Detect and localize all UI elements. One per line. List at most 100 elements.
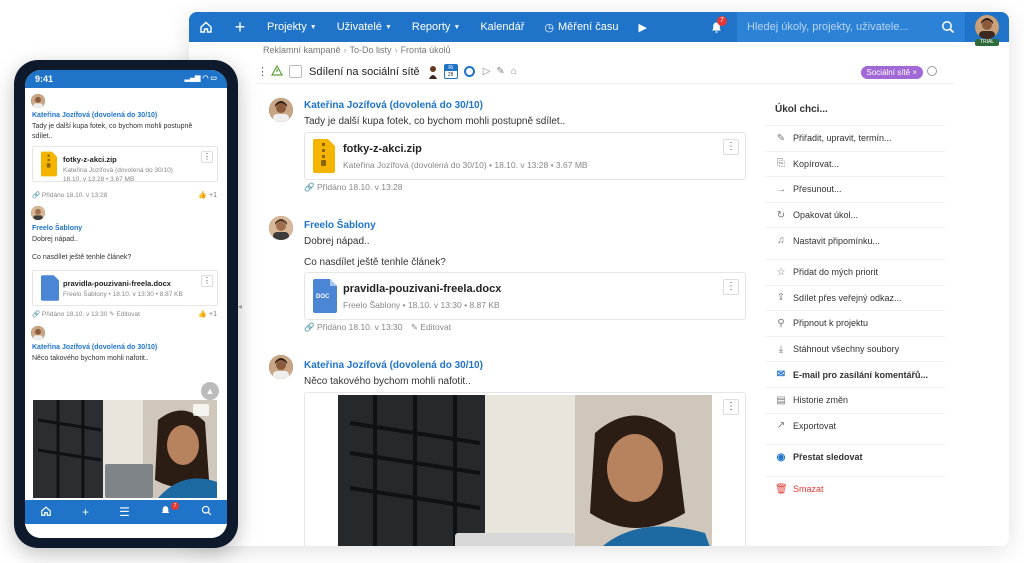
breadcrumb-item[interactable]: Reklamní kampaně bbox=[263, 45, 341, 55]
edit-comment-link[interactable]: ✎ Editovat bbox=[411, 322, 451, 332]
menu-icon[interactable]: ☰ bbox=[119, 505, 130, 519]
notifications-bell-icon[interactable] bbox=[699, 12, 733, 42]
action-label: E-mail pro zasílání komentářů... bbox=[793, 369, 929, 380]
attachment-card[interactable]: pravidla-pouzivani-freela.docx Freelo Ša… bbox=[32, 270, 218, 306]
breadcrumb-item[interactable]: To-Do listy bbox=[350, 45, 392, 55]
home-indicator-area bbox=[25, 524, 227, 538]
nav-label: Reporty bbox=[411, 21, 451, 33]
attached-photo[interactable] bbox=[33, 400, 217, 498]
action-priority[interactable]: ☆ Přidat do mých priorit bbox=[765, 258, 945, 285]
collapse-handle-icon[interactable]: ◂ bbox=[238, 302, 242, 311]
search-icon[interactable] bbox=[941, 20, 955, 37]
nav-mereni-casu[interactable]: ◷ Měření času bbox=[534, 12, 628, 42]
file-name[interactable]: pravidla-pouzivani-freela.docx bbox=[63, 279, 171, 288]
action-pin[interactable]: ⚲ Připnout k projektu bbox=[765, 310, 945, 336]
comment: Kateřina Jozífová (dovolená do 30/10) Ta… bbox=[304, 100, 565, 127]
pin-icon: ⚲ bbox=[777, 317, 785, 329]
file-menu-button[interactable]: ⋮ bbox=[201, 151, 213, 163]
nav-uzivatele[interactable]: Uživatelé ▼ bbox=[327, 12, 402, 42]
task-title[interactable]: Sdílení na sociální sítě bbox=[309, 66, 420, 78]
action-unfollow[interactable]: ◉ Přestat sledovat bbox=[765, 444, 945, 470]
copy-icon: ⎘ bbox=[777, 158, 785, 170]
file-name[interactable]: fotky-z-akci.zip bbox=[343, 143, 422, 155]
add-icon[interactable]: + bbox=[82, 505, 89, 519]
file-name[interactable]: pravidla-pouzivani-freela.docx bbox=[343, 283, 501, 295]
file-menu-button[interactable]: ⋮ bbox=[723, 279, 739, 295]
comment-author[interactable]: Kateřina Jozífová (dovolená do 30/10) bbox=[304, 360, 483, 371]
label-tag[interactable]: Sociální sítě × bbox=[860, 66, 923, 79]
comment: Freelo Šablony Dobrej nápad.. Co nasdíle… bbox=[304, 220, 446, 268]
breadcrumb-separator: › bbox=[343, 45, 347, 55]
action-download[interactable]: ⤓ Stáhnout všechny soubory bbox=[765, 335, 945, 362]
comment-text: Tady je další kupa fotek, co bychom mohl… bbox=[32, 123, 193, 140]
user-avatar[interactable] bbox=[975, 15, 999, 39]
assignee-avatar[interactable] bbox=[428, 65, 438, 79]
clock-icon[interactable] bbox=[927, 66, 937, 76]
action-label: Nastavit připomínku... bbox=[793, 235, 881, 246]
home-icon[interactable] bbox=[189, 12, 223, 42]
edit-label[interactable]: Editovat bbox=[116, 311, 140, 318]
file-menu-button[interactable]: ⋮ bbox=[723, 139, 739, 155]
breadcrumb-item[interactable]: Fronta úkolů bbox=[401, 45, 451, 55]
priority-circle-icon[interactable] bbox=[463, 66, 475, 77]
edit-pencil-icon[interactable]: ✎ bbox=[496, 66, 504, 77]
action-email[interactable]: ✉ E-mail pro zasílání komentářů... bbox=[765, 361, 945, 387]
play-icon[interactable]: ▷ bbox=[483, 66, 491, 77]
add-icon[interactable]: + bbox=[223, 12, 257, 42]
nav-label: Kalendář bbox=[480, 21, 525, 33]
attached-photo[interactable]: ⋮ bbox=[304, 392, 746, 546]
like-button[interactable]: 👍 +1 bbox=[198, 191, 217, 199]
notification-count-badge: 7 bbox=[717, 16, 727, 26]
stopwatch-icon: ◷ bbox=[544, 21, 554, 34]
nav-reporty[interactable]: Reporty ▼ bbox=[402, 12, 470, 42]
nav-kalendar[interactable]: Kalendář bbox=[470, 12, 534, 42]
comment-text: Dobrej nápad.. bbox=[32, 236, 78, 243]
search-icon[interactable] bbox=[201, 505, 212, 519]
attachment-link-icon: 🔗 bbox=[304, 182, 315, 192]
action-repeat[interactable]: ↻ Opakovat úkol... bbox=[765, 201, 945, 228]
scroll-up-button[interactable]: ▲ bbox=[201, 382, 219, 400]
status-bar: 9:41 ▂▄▆ ◠ ▭ bbox=[25, 70, 227, 88]
attachment-card[interactable]: DOC pravidla-pouzivani-freela.docx Freel… bbox=[304, 272, 746, 320]
action-export[interactable]: ↗ Exportovat bbox=[765, 412, 945, 439]
file-menu-button[interactable]: ⋮ bbox=[201, 275, 213, 287]
action-copy[interactable]: ⎘ Kopírovat... bbox=[765, 150, 945, 177]
mobile-bottom-nav: + ☰ bbox=[25, 500, 227, 524]
action-share[interactable]: ⇪ Sdílet přes veřejný odkaz... bbox=[765, 284, 945, 311]
comment-author[interactable]: Freelo Šablony bbox=[32, 225, 82, 232]
global-search-input[interactable]: Hledej úkoly, projekty, uživatele... bbox=[737, 12, 965, 42]
action-assign[interactable]: ✎ Přiřadit, upravit, termín... bbox=[765, 125, 945, 151]
top-navigation-bar: + Projekty ▼ Uživatelé ▼ Reporty ▼ Kalendář… bbox=[189, 12, 1009, 42]
comment-author[interactable]: Freelo Šablony bbox=[304, 220, 446, 231]
trial-badge: TRIAL bbox=[975, 39, 999, 46]
mobile-screen: 9:41 ▂▄▆ ◠ ▭ Kateřina Jozífová (dovolená… bbox=[25, 70, 227, 538]
comment-author[interactable]: Kateřina Jozífová (dovolená do 30/10) bbox=[32, 344, 157, 351]
attachment-card[interactable]: fotky-z-akci.zip Kateřina Jozífová (dovo… bbox=[32, 146, 218, 183]
action-history[interactable]: ▤ Historie změn bbox=[765, 386, 945, 413]
action-reminder[interactable]: ♫ Nastavit připomínku... bbox=[765, 227, 945, 253]
file-name[interactable]: fotky-z-akci.zip bbox=[63, 155, 117, 164]
desktop-app-window: + Projekty ▼ Uživatelé ▼ Reporty ▼ Kalendář… bbox=[189, 12, 1009, 546]
action-label: Přesunout... bbox=[793, 184, 842, 195]
home-icon[interactable] bbox=[40, 505, 52, 520]
comment-author[interactable]: Kateřina Jozífová (dovolená do 30/10) bbox=[32, 112, 157, 119]
added-timestamp: Přidáno 18.10. v 13:28 bbox=[316, 182, 403, 192]
notifications-bell-icon[interactable] bbox=[160, 505, 171, 519]
tag-icon[interactable]: ⌂ bbox=[511, 66, 517, 77]
trash-icon: 🗑 bbox=[775, 483, 788, 495]
action-label: Stáhnout všechny soubory bbox=[793, 344, 900, 355]
action-move[interactable]: → Přesunout... bbox=[765, 176, 945, 202]
task-complete-checkbox[interactable] bbox=[289, 65, 302, 78]
like-button[interactable]: 👍 +1 bbox=[198, 310, 217, 318]
attachment-card[interactable]: fotky-z-akci.zip Kateřina Jozífová (dovo… bbox=[304, 132, 746, 180]
nav-projekty[interactable]: Projekty ▼ bbox=[257, 12, 327, 42]
due-date-calendar-icon[interactable]: Ri 28 bbox=[443, 64, 458, 79]
action-delete[interactable]: 🗑 Smazat bbox=[765, 475, 945, 502]
comment-text: Co nasdílet ještě tenhle článek? bbox=[32, 254, 132, 261]
action-label: Připnout k projektu bbox=[793, 318, 869, 329]
photo-menu-button[interactable]: ⋮ bbox=[723, 399, 739, 415]
comment-author[interactable]: Kateřina Jozífová (dovolená do 30/10) bbox=[304, 100, 565, 111]
more-options-icon[interactable]: ⋮ bbox=[257, 65, 268, 78]
repeat-icon: ↻ bbox=[776, 209, 786, 221]
play-timer-button[interactable]: ▶ bbox=[629, 12, 657, 42]
